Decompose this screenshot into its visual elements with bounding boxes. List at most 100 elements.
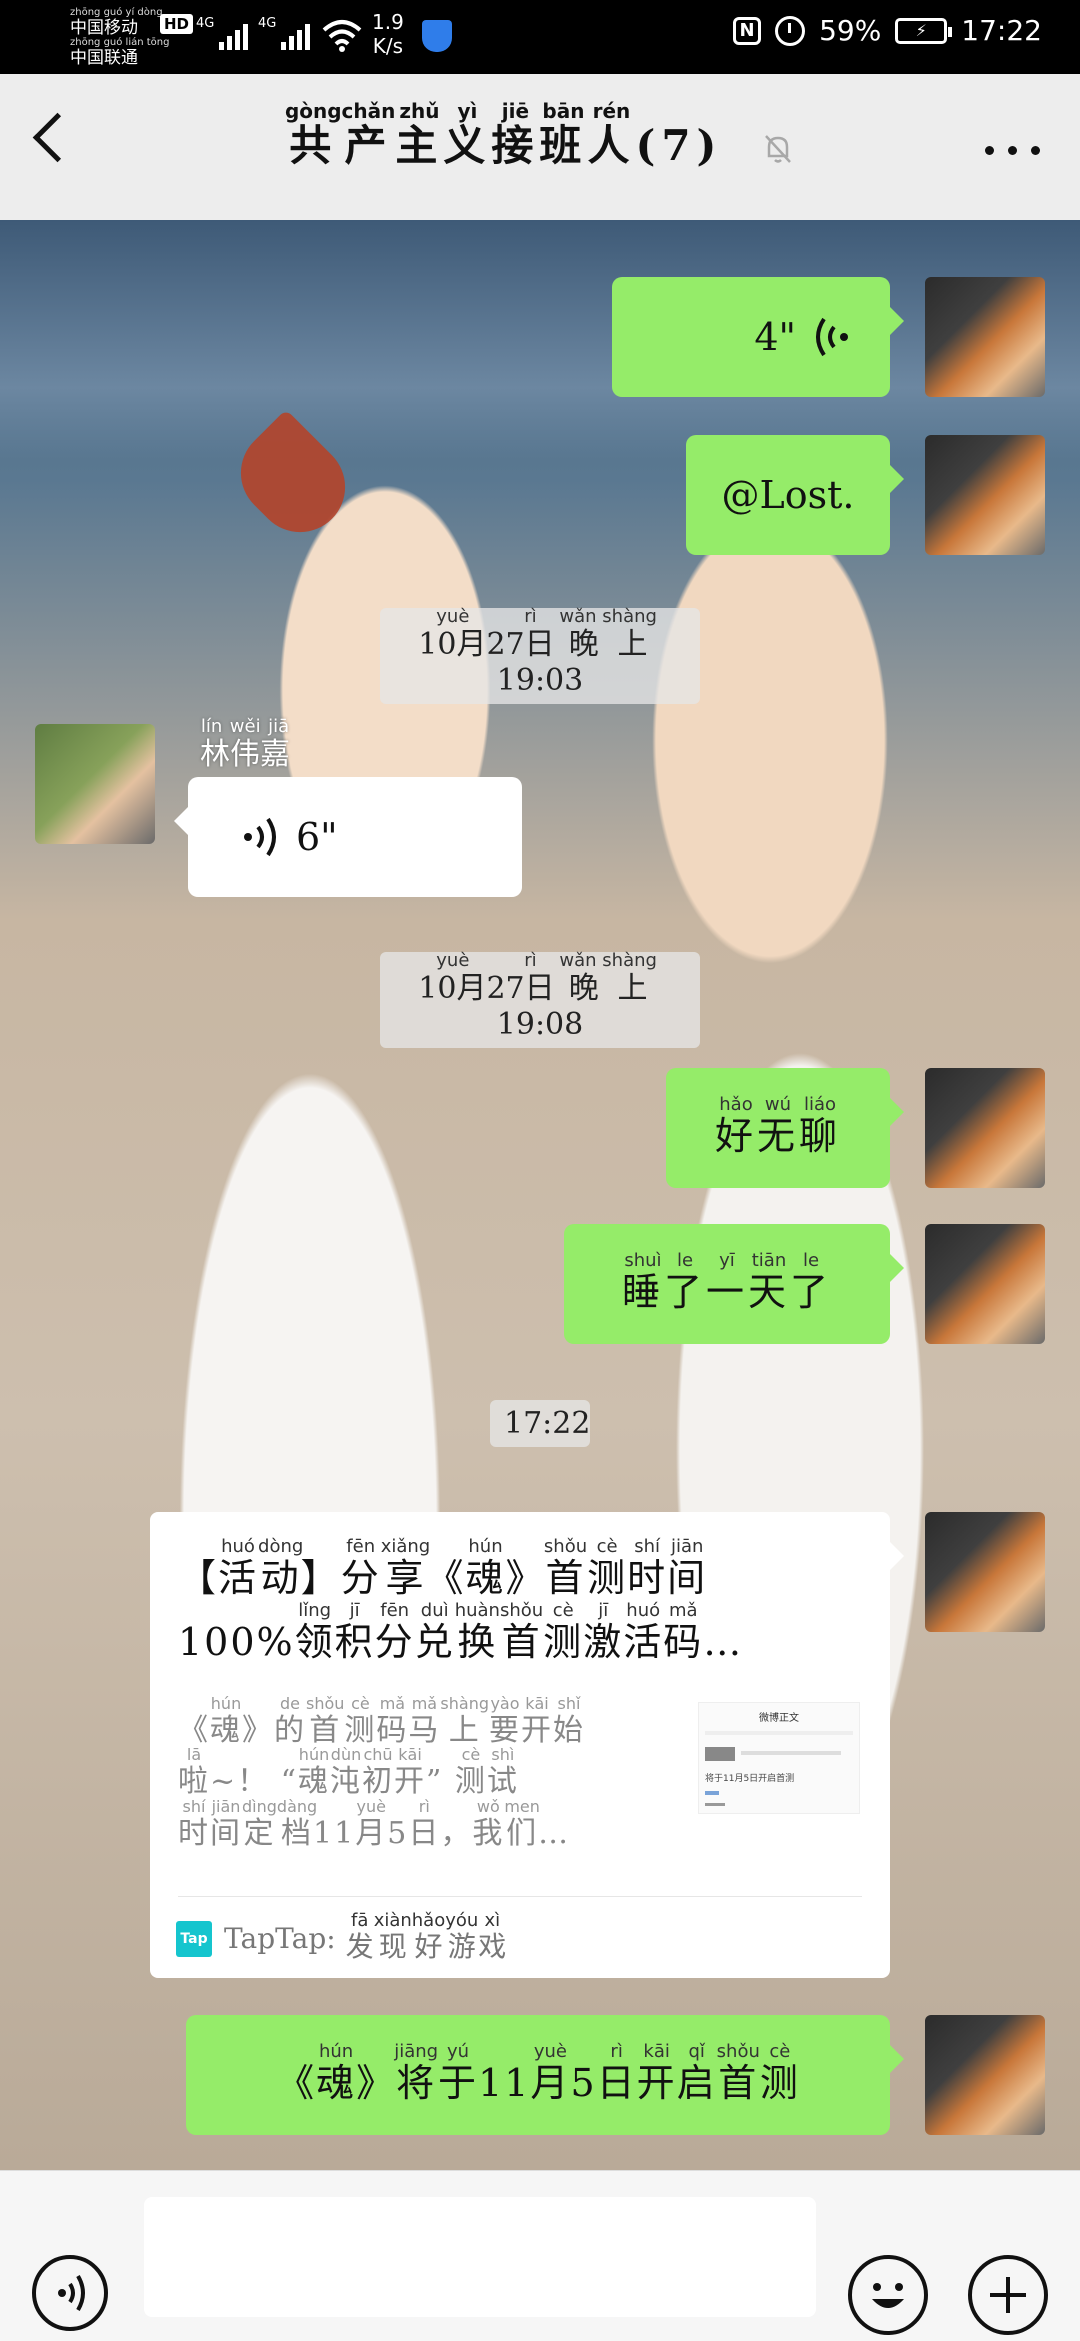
ruby-char: 日rì bbox=[596, 2041, 637, 2105]
plain-char: 5 bbox=[387, 1816, 409, 1851]
status-bar: zhōng guó yí dòng 中国移动 zhōng guó lián tō… bbox=[0, 0, 1080, 74]
speed-unit: K/s bbox=[372, 34, 404, 58]
ruby-char: 活huó bbox=[218, 1536, 259, 1600]
avatar-self[interactable] bbox=[925, 2015, 1045, 2135]
ruby-char: 月yuè bbox=[530, 2041, 571, 2105]
chat-area[interactable]: 4" @Lost. 10月27日yuè rì 晚上wǎn shàng19:03 … bbox=[0, 220, 1080, 2170]
voice-message-other[interactable]: 6" bbox=[174, 777, 522, 897]
ruby-char: 马mǎ bbox=[408, 1694, 441, 1748]
thumb-title: 微博正文 bbox=[759, 1713, 799, 1724]
voice-message-own[interactable]: 4" bbox=[612, 277, 904, 397]
ruby-char: 睡shuì bbox=[621, 1250, 664, 1314]
ruby-char: 分fēn bbox=[340, 1536, 381, 1600]
ruby-char: 活huó bbox=[623, 1600, 664, 1664]
ruby-char: 啦lā bbox=[178, 1745, 210, 1799]
ruby-char: 首shǒu bbox=[716, 2041, 760, 2105]
text-message-own[interactable]: 《魂hún》将jiāng于yú11月yuè5日rì开kāi启qǐ首shǒu测cè bbox=[186, 2015, 904, 2135]
message-input[interactable] bbox=[144, 2197, 816, 2317]
voice-wave-icon bbox=[244, 817, 276, 857]
plain-char: 【 bbox=[178, 1556, 219, 1600]
ruby-char: 间jiān bbox=[667, 1536, 708, 1600]
ruby-char: 测cè bbox=[587, 1536, 628, 1600]
ruby-char: 魂hún bbox=[316, 2041, 357, 2105]
alarm-icon bbox=[775, 15, 806, 46]
avatar-self[interactable] bbox=[925, 277, 1045, 397]
ruby-char: 发fā bbox=[345, 1910, 374, 1963]
member-count: (7) bbox=[635, 121, 723, 170]
timestamp-period: 晚上wǎn shàng bbox=[559, 950, 657, 1006]
card-source: Tap TapTap: 发fā现xiàn好hǎo游yóu戏xì bbox=[176, 1910, 507, 1965]
text-message-own[interactable]: @Lost. bbox=[686, 435, 904, 555]
avatar-sender[interactable] bbox=[35, 724, 155, 844]
battery-charging-icon: ⚡ bbox=[895, 17, 953, 44]
ruby-char: 积jī bbox=[334, 1600, 375, 1664]
ruby-char: 定dìng bbox=[242, 1797, 277, 1851]
speed-value: 1.9 bbox=[372, 10, 404, 34]
plain-char: … bbox=[538, 1816, 571, 1851]
plain-char: 5 bbox=[570, 2061, 597, 2105]
nfc-icon: N bbox=[733, 16, 762, 45]
status-right: N 59% ⚡ 17:22 bbox=[733, 14, 1042, 47]
timestamp-time: 19:03 bbox=[496, 663, 584, 698]
ruby-char: 激jī bbox=[583, 1600, 624, 1664]
ruby-char: 天tiān bbox=[748, 1250, 791, 1314]
ruby-char: 接jiē bbox=[491, 99, 540, 170]
shared-link-card[interactable]: 【活huó动dòng】分fēn享xiǎng《魂hún》首shǒu测cè时shí间… bbox=[150, 1512, 904, 1978]
avatar-self[interactable] bbox=[925, 1068, 1045, 1188]
ruby-char: 魂hún bbox=[465, 1536, 506, 1600]
voice-wave-icon bbox=[816, 317, 848, 357]
ruby-char: 了le bbox=[663, 1250, 706, 1314]
ruby-char: 要yào bbox=[488, 1694, 521, 1748]
timestamp-time: 19:08 bbox=[496, 1007, 584, 1042]
timestamp-date: 10月27日yuè rì bbox=[418, 950, 555, 1006]
card-divider bbox=[178, 1896, 862, 1897]
chat-header: 共gòng产chǎn主zhǔ义yì接jiē班bān人rén(7) bbox=[0, 74, 1080, 220]
ruby-char: 戏xì bbox=[478, 1910, 507, 1963]
ruby-char: 人rén bbox=[587, 99, 636, 170]
ruby-char: 开kāi bbox=[520, 1694, 553, 1748]
message-text: 好hǎo无wú聊liáo bbox=[714, 1094, 841, 1160]
ruby-char: 换huàn bbox=[454, 1600, 500, 1664]
timestamp-period: 晚上wǎn shàng bbox=[559, 606, 657, 662]
avatar-self[interactable] bbox=[925, 1512, 1045, 1632]
ruby-char: 测cè bbox=[454, 1745, 487, 1799]
ruby-char: 我wǒ bbox=[472, 1797, 505, 1851]
plus-icon[interactable] bbox=[968, 2255, 1048, 2335]
plain-char: ~！ “ bbox=[210, 1764, 299, 1799]
input-bar bbox=[0, 2170, 1080, 2341]
ruby-char: 义yì bbox=[443, 99, 492, 170]
ruby-char: 时shí bbox=[627, 1536, 668, 1600]
clock: 17:22 bbox=[961, 14, 1042, 47]
ruby-char: 动dòng bbox=[258, 1536, 304, 1600]
timestamp-time: 17:22 bbox=[504, 1406, 591, 1441]
voice-duration: 4" bbox=[754, 315, 796, 359]
ruby-char: 现xiàn bbox=[373, 1910, 412, 1963]
voice-duration: 6" bbox=[296, 815, 338, 859]
thumb-text: 将于11月5日开启首测 bbox=[705, 1774, 795, 1784]
message-text: @Lost. bbox=[721, 473, 855, 517]
network-type-1: 4G bbox=[196, 16, 215, 31]
plain-char: 》 bbox=[242, 1713, 274, 1748]
ruby-char: 码mǎ bbox=[376, 1694, 409, 1748]
text-message-own[interactable]: 睡shuì了le一yī天tiān了le bbox=[564, 1224, 904, 1344]
ruby-char: 一yī bbox=[705, 1250, 748, 1314]
ruby-char: 的de bbox=[274, 1694, 306, 1748]
ruby-char: 测cè bbox=[543, 1600, 584, 1664]
more-dots-icon[interactable] bbox=[985, 146, 1040, 155]
ruby-char: 好hǎo bbox=[714, 1094, 757, 1158]
plain-char: ” bbox=[426, 1764, 455, 1799]
ruby-char: 开kāi bbox=[394, 1745, 427, 1799]
text-message-own[interactable]: 好hǎo无wú聊liáo bbox=[666, 1068, 904, 1188]
hd-badge: HD bbox=[160, 14, 194, 34]
avatar-self[interactable] bbox=[925, 435, 1045, 555]
sender-name: 林伟嘉lín wěi jiā bbox=[200, 716, 290, 772]
emoji-icon[interactable] bbox=[848, 2255, 928, 2335]
voice-toggle-icon[interactable] bbox=[32, 2255, 108, 2331]
background-blanket bbox=[0, 220, 1080, 460]
mute-bell-icon bbox=[765, 135, 791, 163]
carrier-info: zhōng guó yí dòng 中国移动 zhōng guó lián tō… bbox=[70, 8, 169, 69]
ruby-char: 无wú bbox=[756, 1094, 799, 1158]
avatar-self[interactable] bbox=[925, 1224, 1045, 1344]
ruby-char: 共gòng bbox=[284, 99, 342, 170]
ruby-char: 间jiān bbox=[210, 1797, 242, 1851]
